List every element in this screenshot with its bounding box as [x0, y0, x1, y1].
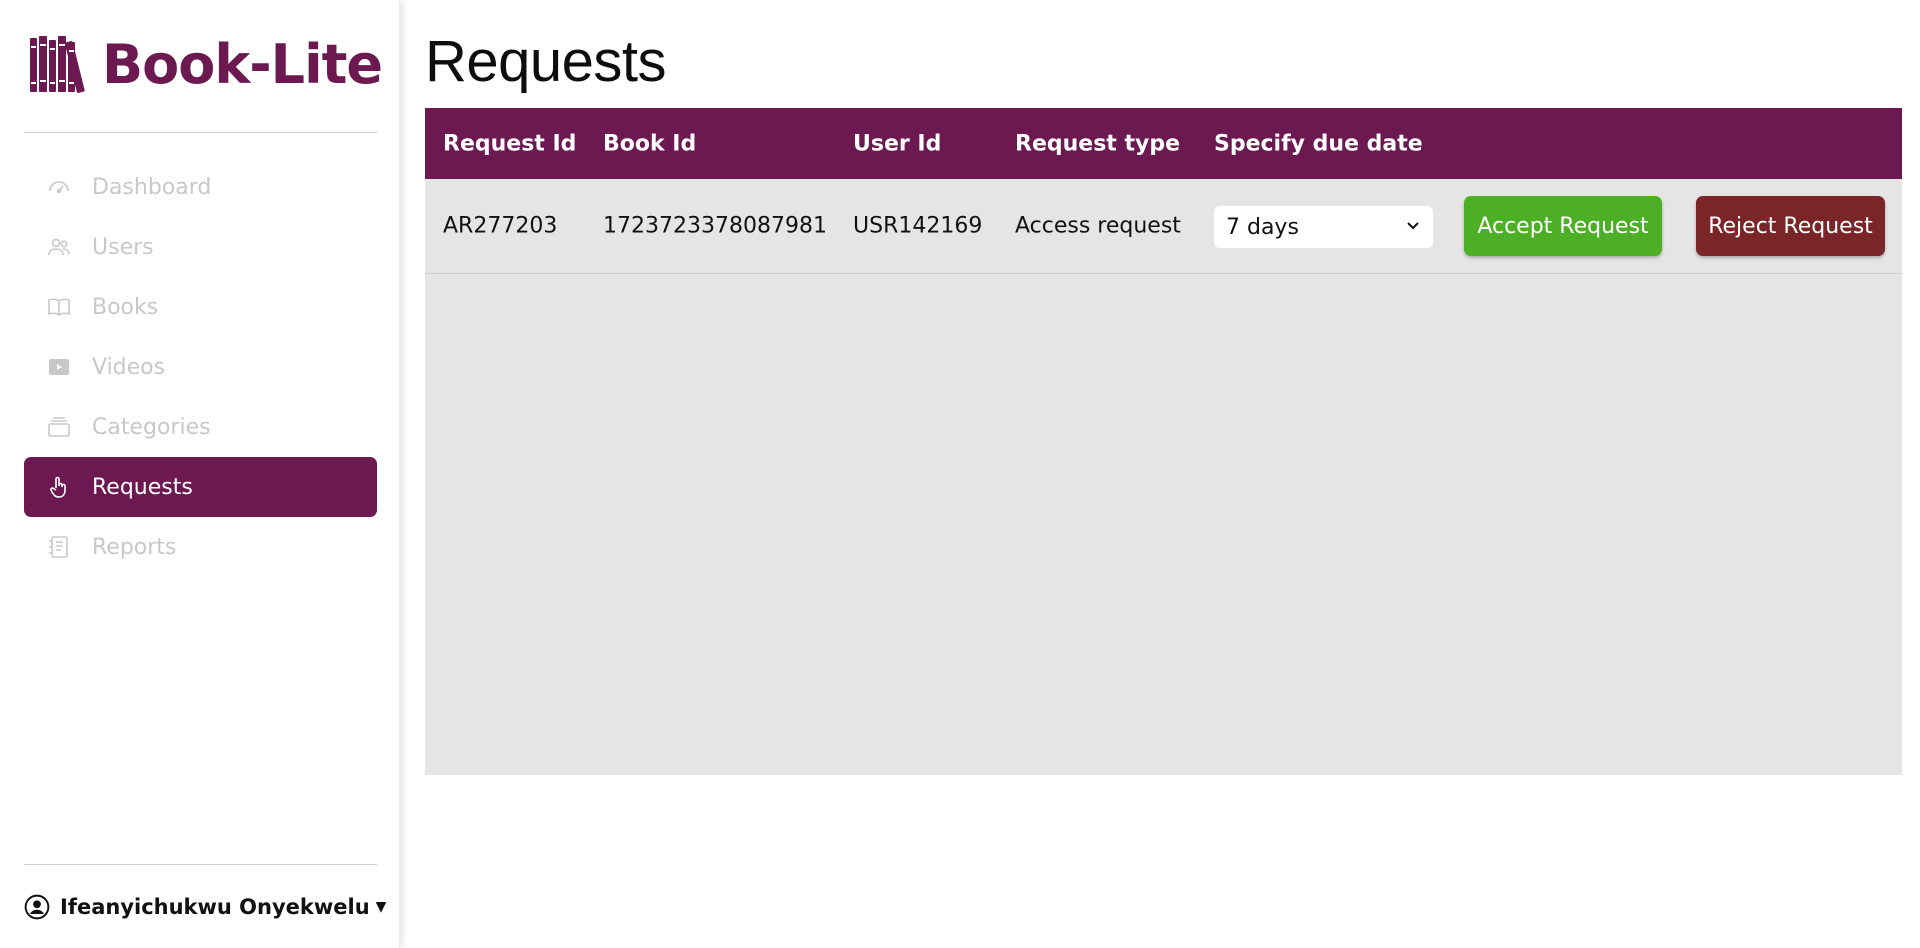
accept-request-label: Accept Request: [1477, 213, 1649, 239]
sidebar-item-requests[interactable]: Requests: [24, 457, 377, 517]
accept-request-button[interactable]: Accept Request: [1464, 196, 1662, 256]
sidebar-item-books[interactable]: Books: [24, 277, 377, 337]
user-circle-icon: [24, 894, 50, 920]
gauge-icon: [46, 174, 72, 200]
stack-icon: [46, 414, 72, 440]
user-name: Ifeanyichukwu Onyekwelu: [60, 895, 370, 919]
reject-request-button[interactable]: Reject Request: [1696, 196, 1885, 256]
bookshelf-logo-icon: [30, 36, 85, 93]
reject-request-label: Reject Request: [1708, 213, 1873, 239]
user-menu[interactable]: Ifeanyichukwu Onyekwelu ▼: [24, 894, 386, 920]
hand-pointer-icon: [46, 474, 72, 500]
sidebar-item-label: Videos: [92, 354, 166, 380]
video-icon: [46, 354, 72, 380]
sidebar-divider-bottom: [24, 864, 377, 865]
sidebar-item-dashboard[interactable]: Dashboard: [24, 157, 377, 217]
column-header-request-type: Request type: [1015, 131, 1180, 156]
sidebar-item-label: Requests: [92, 474, 193, 500]
sidebar-item-label: Dashboard: [92, 174, 212, 200]
sidebar-item-users[interactable]: Users: [24, 217, 377, 277]
chevron-down-icon: [1407, 222, 1419, 230]
sidebar-item-reports[interactable]: Reports: [24, 517, 377, 577]
table-row: AR277203 1723723378087981 USR142169 Acce…: [425, 179, 1902, 274]
sidebar: Book-Lite Dashboard Users Books Videos C…: [0, 0, 400, 948]
app-name: Book-Lite: [102, 32, 383, 96]
column-header-user-id: User Id: [853, 131, 942, 156]
table-header: Request Id Book Id User Id Request type …: [425, 108, 1902, 179]
app-logo[interactable]: Book-Lite: [28, 32, 383, 96]
report-icon: [46, 534, 72, 560]
users-icon: [46, 234, 72, 260]
due-date-selected-value: 7 days: [1226, 214, 1299, 240]
page-title: Requests: [425, 29, 667, 94]
book-id-cell: 1723723378087981: [603, 213, 827, 239]
sidebar-item-label: Reports: [92, 534, 177, 560]
sidebar-item-label: Users: [92, 234, 154, 260]
user-id-cell: USR142169: [853, 213, 983, 239]
column-header-book-id: Book Id: [603, 131, 697, 156]
sidebar-item-label: Categories: [92, 414, 211, 440]
request-id-cell: AR277203: [443, 213, 558, 239]
sidebar-item-videos[interactable]: Videos: [24, 337, 377, 397]
due-date-select[interactable]: 7 days: [1214, 206, 1433, 248]
sidebar-item-label: Books: [92, 294, 159, 320]
book-icon: [46, 294, 72, 320]
column-header-due-date: Specify due date: [1214, 131, 1423, 156]
sidebar-item-categories[interactable]: Categories: [24, 397, 377, 457]
column-header-request-id: Request Id: [443, 131, 577, 156]
request-type-cell: Access request: [1015, 213, 1181, 239]
requests-table: Request Id Book Id User Id Request type …: [425, 108, 1902, 775]
sidebar-divider-top: [24, 132, 377, 133]
caret-down-icon: ▼: [375, 899, 387, 915]
sidebar-nav: Dashboard Users Books Videos Categories: [24, 157, 377, 577]
